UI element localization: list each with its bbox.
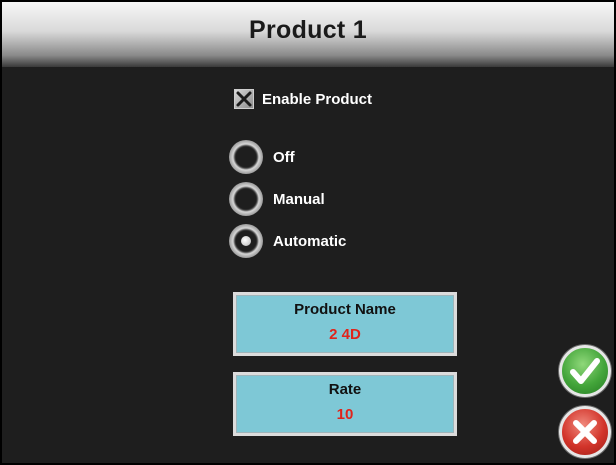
check-x-icon xyxy=(236,91,252,107)
product-name-button[interactable]: Product Name 2 4D xyxy=(233,292,457,356)
title-bar: Product 1 xyxy=(2,2,614,67)
enable-product-checkbox-row[interactable]: Enable Product xyxy=(234,89,372,109)
radio-off[interactable] xyxy=(229,140,263,174)
mode-option-label: Manual xyxy=(273,190,325,208)
mode-option-manual[interactable]: Manual xyxy=(229,182,325,216)
rate-button[interactable]: Rate 10 xyxy=(233,372,457,436)
product-settings-screen: Product 1 Enable Product Off Manual Auto… xyxy=(0,0,616,465)
confirm-button[interactable] xyxy=(559,345,611,397)
x-icon xyxy=(573,420,597,444)
radio-automatic[interactable] xyxy=(229,224,263,258)
enable-product-label: Enable Product xyxy=(262,90,373,108)
cancel-button[interactable] xyxy=(559,406,611,458)
mode-option-automatic[interactable]: Automatic xyxy=(229,224,346,258)
checkmark-icon xyxy=(570,358,600,384)
radio-manual[interactable] xyxy=(229,182,263,216)
page-title: Product 1 xyxy=(249,16,367,44)
enable-product-checkbox[interactable] xyxy=(234,89,254,109)
rate-label: Rate xyxy=(328,381,362,398)
product-name-value: 2 4D xyxy=(329,326,361,343)
mode-option-label: Off xyxy=(273,148,295,166)
product-name-label: Product Name xyxy=(294,301,396,318)
mode-option-off[interactable]: Off xyxy=(229,140,295,174)
rate-value: 10 xyxy=(336,406,354,423)
mode-option-label: Automatic xyxy=(273,232,347,250)
